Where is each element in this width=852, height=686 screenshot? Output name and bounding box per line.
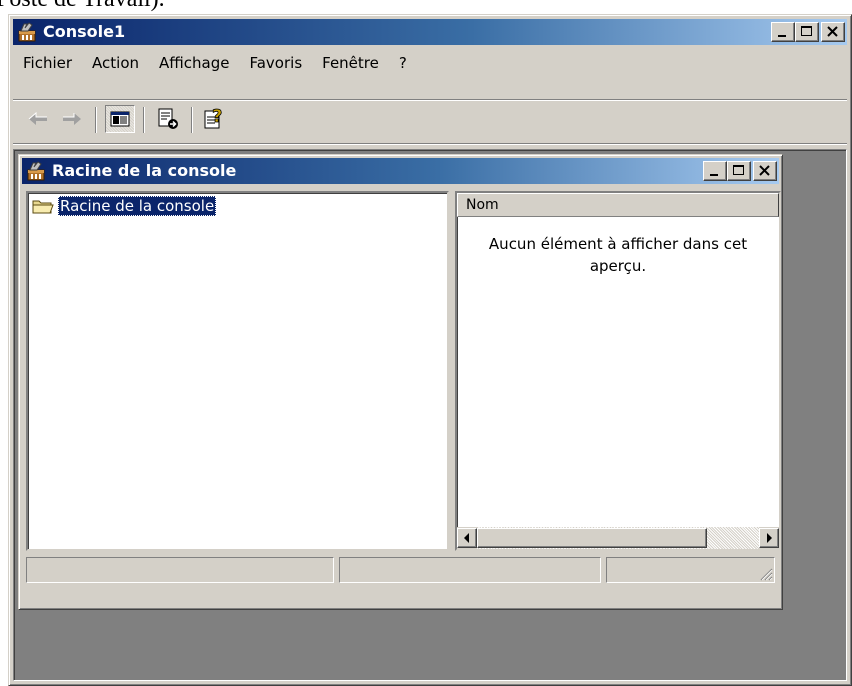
- child-minimize-button[interactable]: [703, 161, 727, 181]
- status-panel-3: [606, 557, 775, 583]
- export-list-icon: [158, 108, 178, 129]
- close-icon: [827, 26, 838, 37]
- menu-affichage[interactable]: Affichage: [149, 49, 239, 77]
- toolbar: ?: [13, 103, 847, 137]
- scroll-track[interactable]: [477, 527, 759, 549]
- back-arrow-icon: [28, 111, 47, 125]
- minimize-button[interactable]: [771, 22, 795, 42]
- status-bar: [26, 557, 775, 583]
- show-hide-tree-button[interactable]: [105, 105, 135, 133]
- tree-pane[interactable]: Racine de la console: [26, 191, 449, 551]
- mdi-client-area: Racine de la console Racine de la consol…: [13, 149, 847, 681]
- toolbar-separator: [95, 107, 97, 133]
- status-panel-1: [26, 557, 334, 583]
- help-button[interactable]: ?: [199, 105, 229, 133]
- maximize-icon: [801, 26, 812, 36]
- menu-action[interactable]: Action: [82, 49, 149, 77]
- tree-node-label[interactable]: Racine de la console: [58, 196, 217, 216]
- scroll-right-button[interactable]: [759, 528, 779, 548]
- help-icon: ?: [204, 106, 223, 129]
- close-icon: [759, 165, 770, 176]
- toolbar-separator: [191, 107, 193, 133]
- empty-view-message: Aucun élément à afficher dans cet aperçu…: [488, 235, 748, 275]
- window-title: Console1: [43, 22, 126, 41]
- menu-favoris[interactable]: Favoris: [239, 49, 312, 77]
- show-hide-tree-icon: [110, 111, 130, 127]
- maximize-button[interactable]: [795, 22, 819, 42]
- minimize-icon: [710, 174, 718, 176]
- status-panel-2: [339, 557, 601, 583]
- maximize-icon: [733, 165, 744, 175]
- folder-icon: [32, 200, 54, 214]
- triangle-left-icon: [464, 533, 469, 543]
- mmc-toolbox-icon: [27, 161, 45, 181]
- menu-bar: Fichier Action Affichage Favoris Fenêtre…: [13, 49, 847, 77]
- toolbar-bottom-separator: [13, 143, 847, 145]
- title-bar[interactable]: Console1: [13, 19, 847, 45]
- triangle-right-icon: [767, 533, 772, 543]
- menu-fichier[interactable]: Fichier: [13, 49, 82, 77]
- child-title-bar[interactable]: Racine de la console: [22, 158, 779, 184]
- horizontal-scrollbar[interactable]: [457, 527, 779, 549]
- result-pane[interactable]: Nom Aucun élément à afficher dans cet ap…: [455, 191, 781, 551]
- resize-grip-icon[interactable]: [759, 567, 773, 581]
- child-window-title: Racine de la console: [52, 161, 237, 180]
- mmc-toolbox-icon: [18, 22, 36, 42]
- menu-help[interactable]: ?: [389, 49, 417, 77]
- menu-fenetre[interactable]: Fenêtre: [312, 49, 389, 77]
- console-window: Console1 Fichier Action Affichage Favori…: [8, 14, 852, 686]
- child-window: Racine de la console Racine de la consol…: [18, 154, 783, 610]
- svg-text:?: ?: [212, 106, 222, 127]
- forward-button[interactable]: [57, 105, 87, 133]
- column-header-nom[interactable]: Nom: [457, 193, 779, 217]
- menu-separator: [13, 99, 847, 101]
- toolbar-separator: [143, 107, 145, 133]
- scroll-left-button[interactable]: [457, 528, 477, 548]
- forward-arrow-icon: [63, 113, 81, 125]
- page-text-fragment: Poste de Travail).: [0, 0, 165, 13]
- scroll-thumb[interactable]: [477, 528, 707, 548]
- minimize-icon: [778, 35, 786, 37]
- child-maximize-button[interactable]: [727, 161, 751, 181]
- back-button[interactable]: [23, 105, 53, 133]
- export-list-button[interactable]: [153, 105, 183, 133]
- close-button[interactable]: [821, 22, 845, 42]
- tree-node-root[interactable]: Racine de la console: [32, 195, 217, 217]
- child-close-button[interactable]: [753, 161, 777, 181]
